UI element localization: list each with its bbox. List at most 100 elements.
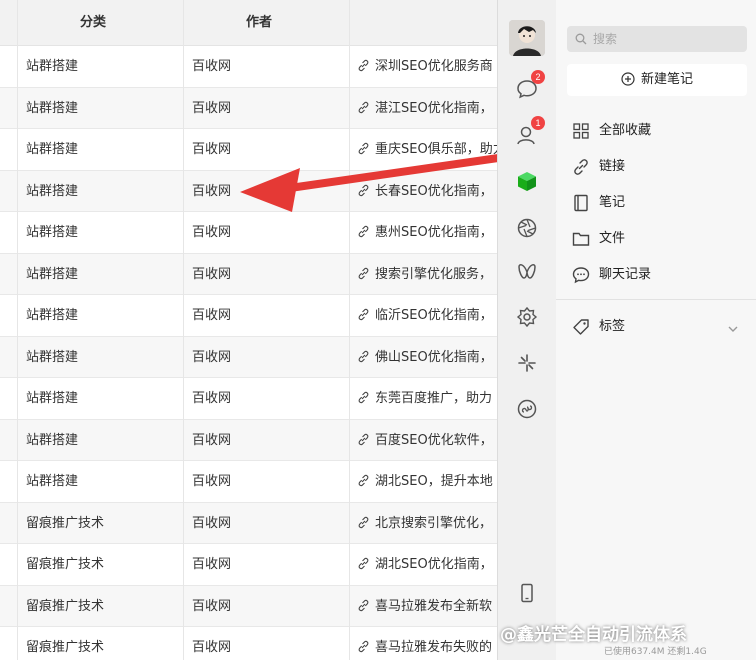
- plus-circle-icon: [621, 72, 635, 86]
- mini-program-button[interactable]: [512, 394, 542, 424]
- table-row[interactable]: 站群搭建 百收网 搜索引擎优化服务，: [0, 253, 510, 295]
- cell-link-title: 搜索引擎优化服务，: [375, 266, 493, 282]
- link-icon: [358, 391, 369, 404]
- cell-author: 百收网: [192, 598, 232, 614]
- link-icon: [358, 267, 369, 279]
- cell-link[interactable]: 长春SEO优化指南，: [357, 171, 507, 212]
- cell-author: 百收网: [192, 266, 232, 282]
- panel-divider: [556, 299, 756, 300]
- column-divider: [17, 0, 18, 660]
- cell-link-title: 湖北SEO，提升本地: [375, 474, 493, 489]
- table-row[interactable]: 站群搭建 百收网 湛江SEO优化指南，: [0, 87, 510, 129]
- avatar[interactable]: [509, 20, 545, 56]
- link-icon: [358, 557, 369, 570]
- table-row[interactable]: 站群搭建 百收网 佛山SEO优化指南，: [0, 336, 510, 378]
- link-icon: [358, 59, 369, 72]
- channels-button[interactable]: [512, 256, 542, 286]
- cell-link[interactable]: 喜马拉雅发布失败的: [357, 627, 507, 660]
- cell-link-title: 惠州SEO优化指南，: [375, 225, 493, 240]
- cell-category: 留痕推广技术: [26, 640, 105, 655]
- cell-link[interactable]: 湛江SEO优化指南，: [357, 88, 507, 129]
- cell-category: 留痕推广技术: [26, 557, 105, 572]
- cell-link[interactable]: 湖北SEO，提升本地: [357, 461, 507, 502]
- cell-category: 站群搭建: [26, 474, 79, 489]
- cell-link[interactable]: 佛山SEO优化指南，: [357, 337, 507, 378]
- search-input[interactable]: 搜索: [567, 26, 747, 52]
- table-row[interactable]: 站群搭建 百收网 百度SEO优化软件，: [0, 419, 510, 461]
- butterfly-icon: [518, 263, 536, 279]
- nav-item-tags-label: 标签: [599, 319, 626, 334]
- watermark: @鑫光芒全自动引流体系: [500, 625, 687, 645]
- cell-author: 百收网: [192, 308, 232, 323]
- new-note-button[interactable]: 新建笔记: [567, 64, 747, 96]
- cell-category: 站群搭建: [26, 266, 79, 282]
- table-row[interactable]: 留痕推广技术 百收网 喜马拉雅发布失败的: [0, 627, 510, 660]
- table-row[interactable]: 站群搭建 百收网 临沂SEO优化指南，: [0, 295, 510, 337]
- chevron-down-icon[interactable]: [726, 322, 740, 336]
- sparkle-icon: [518, 354, 536, 372]
- cell-link-title: 喜马拉雅发布全新软: [375, 598, 493, 614]
- cell-category: 站群搭建: [26, 349, 79, 365]
- link-icon: [358, 350, 369, 362]
- link-icon: [358, 599, 369, 611]
- moments-button[interactable]: [512, 213, 542, 243]
- cell-link-title: 重庆SEO俱乐部，助力: [375, 142, 506, 157]
- new-note-label: 新建笔记: [640, 72, 693, 87]
- contacts-button[interactable]: 1: [512, 116, 545, 150]
- cell-category: 站群搭建: [26, 308, 79, 323]
- nav-item-files-label: 文件: [599, 231, 626, 246]
- header-author[interactable]: 作者: [246, 0, 272, 46]
- cell-author: 百收网: [192, 100, 232, 116]
- search-feature-button[interactable]: [512, 348, 542, 378]
- icon-rail: 2 1: [497, 0, 556, 660]
- header-category[interactable]: 分类: [80, 0, 106, 46]
- cell-category: 站群搭建: [26, 432, 79, 448]
- nav-item-chat-records-label: 聊天记录: [599, 267, 652, 282]
- link-icon: [358, 184, 369, 196]
- cell-link[interactable]: 北京搜索引擎优化，: [357, 503, 507, 544]
- table-body: 站群搭建 百收网 深圳SEO优化服务商 站群搭建 百收网 湛江SEO优化指南， 站群搭建 百收…: [0, 46, 510, 660]
- cell-link[interactable]: 重庆SEO俱乐部，助力: [357, 129, 507, 170]
- link-icon: [358, 101, 369, 113]
- phone-button[interactable]: [512, 578, 542, 608]
- cell-author: 百收网: [192, 474, 232, 489]
- cell-link[interactable]: 临沂SEO优化指南，: [357, 295, 507, 336]
- cell-link-title: 佛山SEO优化指南，: [375, 349, 493, 365]
- table-row[interactable]: 站群搭建 百收网 深圳SEO优化服务商: [0, 46, 510, 88]
- search-placeholder: 搜索: [593, 32, 618, 46]
- cell-author: 百收网: [192, 515, 232, 531]
- table-row[interactable]: 留痕推广技术 百收网 湖北SEO优化指南，: [0, 544, 510, 586]
- table-row[interactable]: 站群搭建 百收网 惠州SEO优化指南，: [0, 212, 510, 254]
- cell-link[interactable]: 喜马拉雅发布全新软: [357, 586, 507, 627]
- chat-button[interactable]: 2: [512, 70, 545, 104]
- table-row[interactable]: 留痕推广技术 百收网 喜马拉雅发布全新软: [0, 585, 510, 627]
- cell-category: 站群搭建: [26, 225, 79, 240]
- table-row[interactable]: 站群搭建 百收网 长春SEO优化指南，: [0, 170, 510, 212]
- link-icon: [358, 308, 369, 321]
- table-row[interactable]: 留痕推广技术 百收网 北京搜索引擎优化，: [0, 502, 510, 544]
- cell-link-title: 长春SEO优化指南，: [375, 183, 493, 199]
- discover-button[interactable]: [512, 302, 542, 332]
- table-row[interactable]: 站群搭建 百收网 东莞百度推广，助力: [0, 378, 510, 420]
- cell-link[interactable]: 搜索引擎优化服务，: [357, 254, 507, 295]
- cell-author: 百收网: [192, 432, 232, 448]
- search-icon: [575, 33, 587, 45]
- cell-author: 百收网: [192, 349, 232, 365]
- table-row[interactable]: 站群搭建 百收网 湖北SEO，提升本地: [0, 461, 510, 503]
- cell-link-title: 北京搜索引擎优化，: [375, 515, 493, 531]
- cell-category: 站群搭建: [26, 142, 79, 157]
- cell-link[interactable]: 湖北SEO优化指南，: [357, 544, 507, 585]
- table-row[interactable]: 站群搭建 百收网 重庆SEO俱乐部，助力: [0, 129, 510, 171]
- mini-program-icon: [517, 399, 537, 419]
- cell-author: 百收网: [192, 225, 232, 240]
- aperture-icon: [517, 218, 537, 238]
- cell-link[interactable]: 惠州SEO优化指南，: [357, 212, 507, 253]
- cell-link[interactable]: 深圳SEO优化服务商: [357, 46, 507, 87]
- link-icon: [358, 225, 369, 238]
- link-icon: [358, 640, 369, 653]
- cell-link[interactable]: 东莞百度推广，助力: [357, 378, 507, 419]
- favorites-button[interactable]: [512, 166, 542, 196]
- link-icon: [358, 142, 369, 155]
- cell-link[interactable]: 百度SEO优化软件，: [357, 420, 507, 461]
- cell-link-title: 深圳SEO优化服务商: [375, 59, 493, 74]
